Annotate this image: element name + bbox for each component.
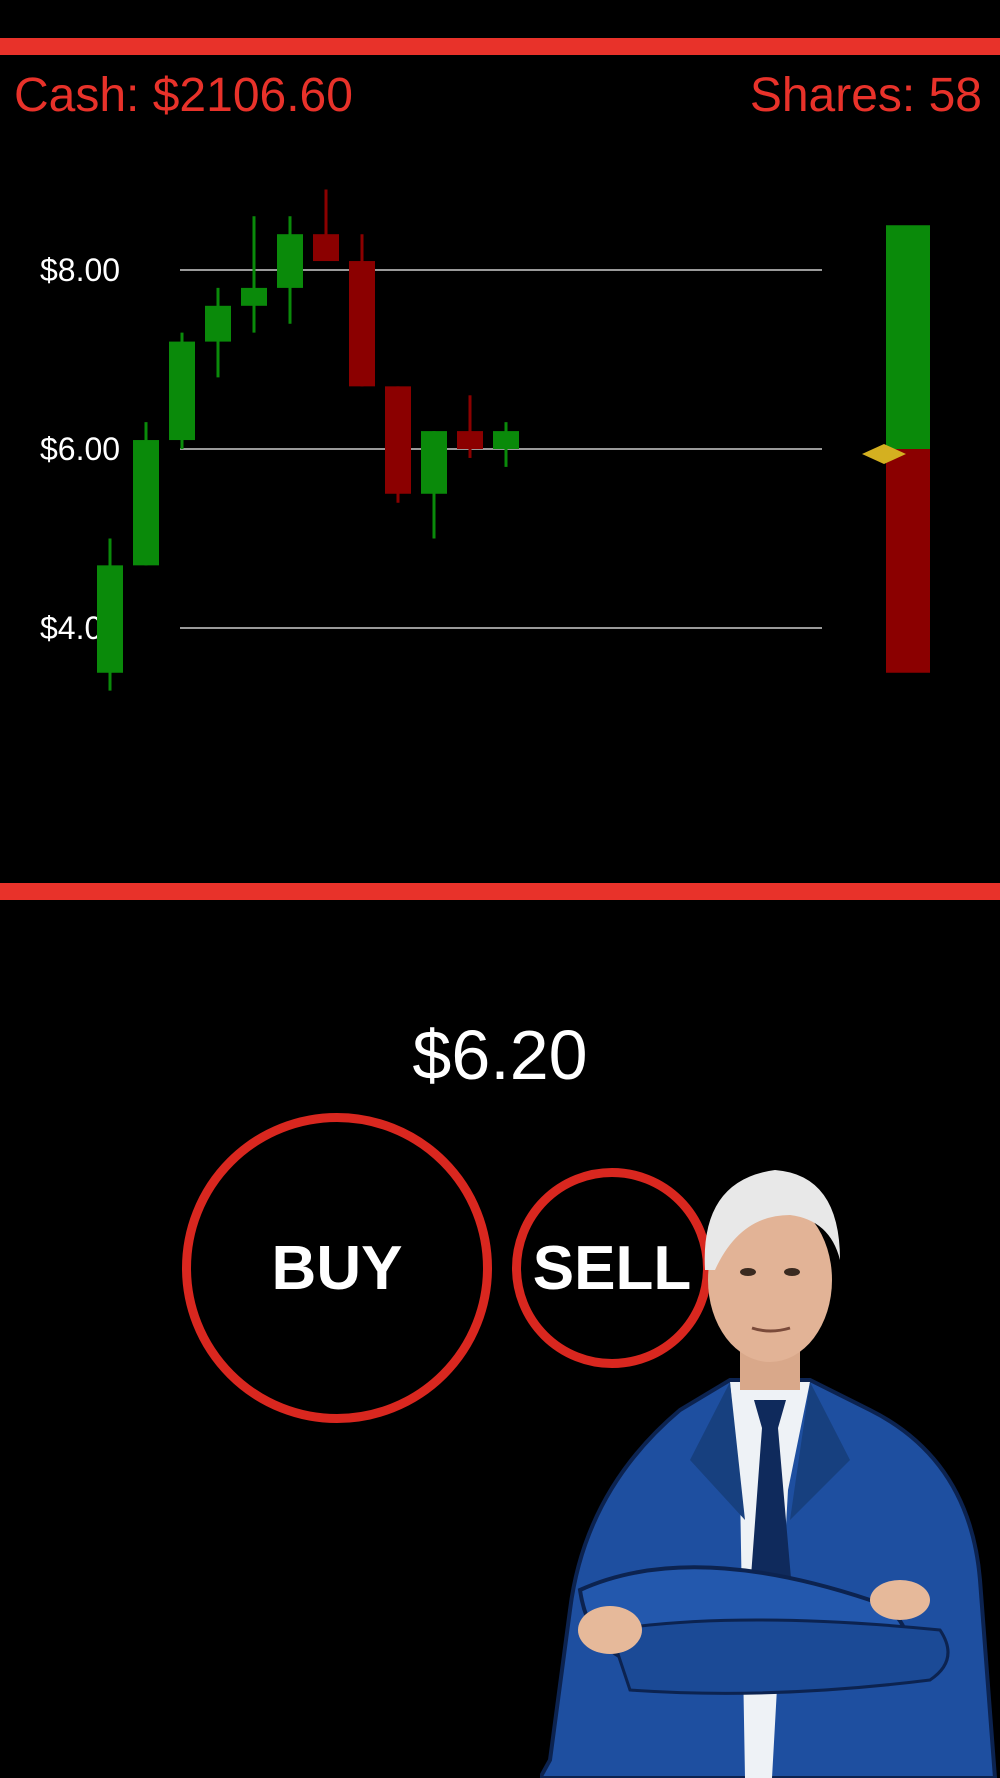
top-divider-bar	[0, 38, 1000, 55]
cash-display: Cash: $2106.60	[14, 69, 353, 122]
candle-up	[169, 332, 195, 449]
candle-body	[205, 305, 231, 342]
candle-body	[313, 234, 339, 262]
candle-up	[241, 216, 267, 333]
candle-down	[457, 395, 483, 458]
candle-up	[421, 431, 447, 539]
candle-up	[133, 422, 159, 566]
candle-up	[493, 422, 519, 467]
candle-body	[241, 287, 267, 306]
candle-up	[97, 538, 123, 691]
price-chart: $8.00$6.00$4.00	[40, 189, 930, 691]
y-tick-label: $6.00	[40, 431, 120, 467]
candle-body	[421, 431, 447, 494]
candle-body	[349, 261, 375, 387]
candle-body	[277, 234, 303, 288]
price-meter	[862, 225, 930, 673]
current-price: $6.20	[412, 1016, 588, 1094]
candle-body	[385, 386, 411, 494]
candle-up	[205, 287, 231, 378]
businessman-avatar	[540, 1170, 998, 1778]
candle-body	[457, 431, 483, 449]
candle-body	[169, 341, 195, 441]
meter-lower-segment	[886, 449, 930, 673]
shares-display: Shares: 58	[749, 69, 982, 122]
candle-up	[277, 216, 303, 324]
candle-body	[97, 565, 123, 673]
trading-game-screen: Cash: $2106.60 Shares: 58 $8.00 $6.00 $4.0…	[0, 0, 1000, 1778]
candle-body	[133, 440, 159, 566]
meter-upper-segment	[886, 225, 930, 449]
candle-down	[313, 189, 339, 262]
candle-body	[493, 431, 519, 449]
candle-down	[349, 234, 375, 387]
buy-button[interactable]: BUY	[182, 1113, 492, 1423]
candle-down	[385, 386, 411, 503]
y-tick-label: $8.00	[40, 252, 120, 288]
chart-candles	[97, 189, 519, 691]
bottom-divider-bar	[0, 883, 1000, 900]
